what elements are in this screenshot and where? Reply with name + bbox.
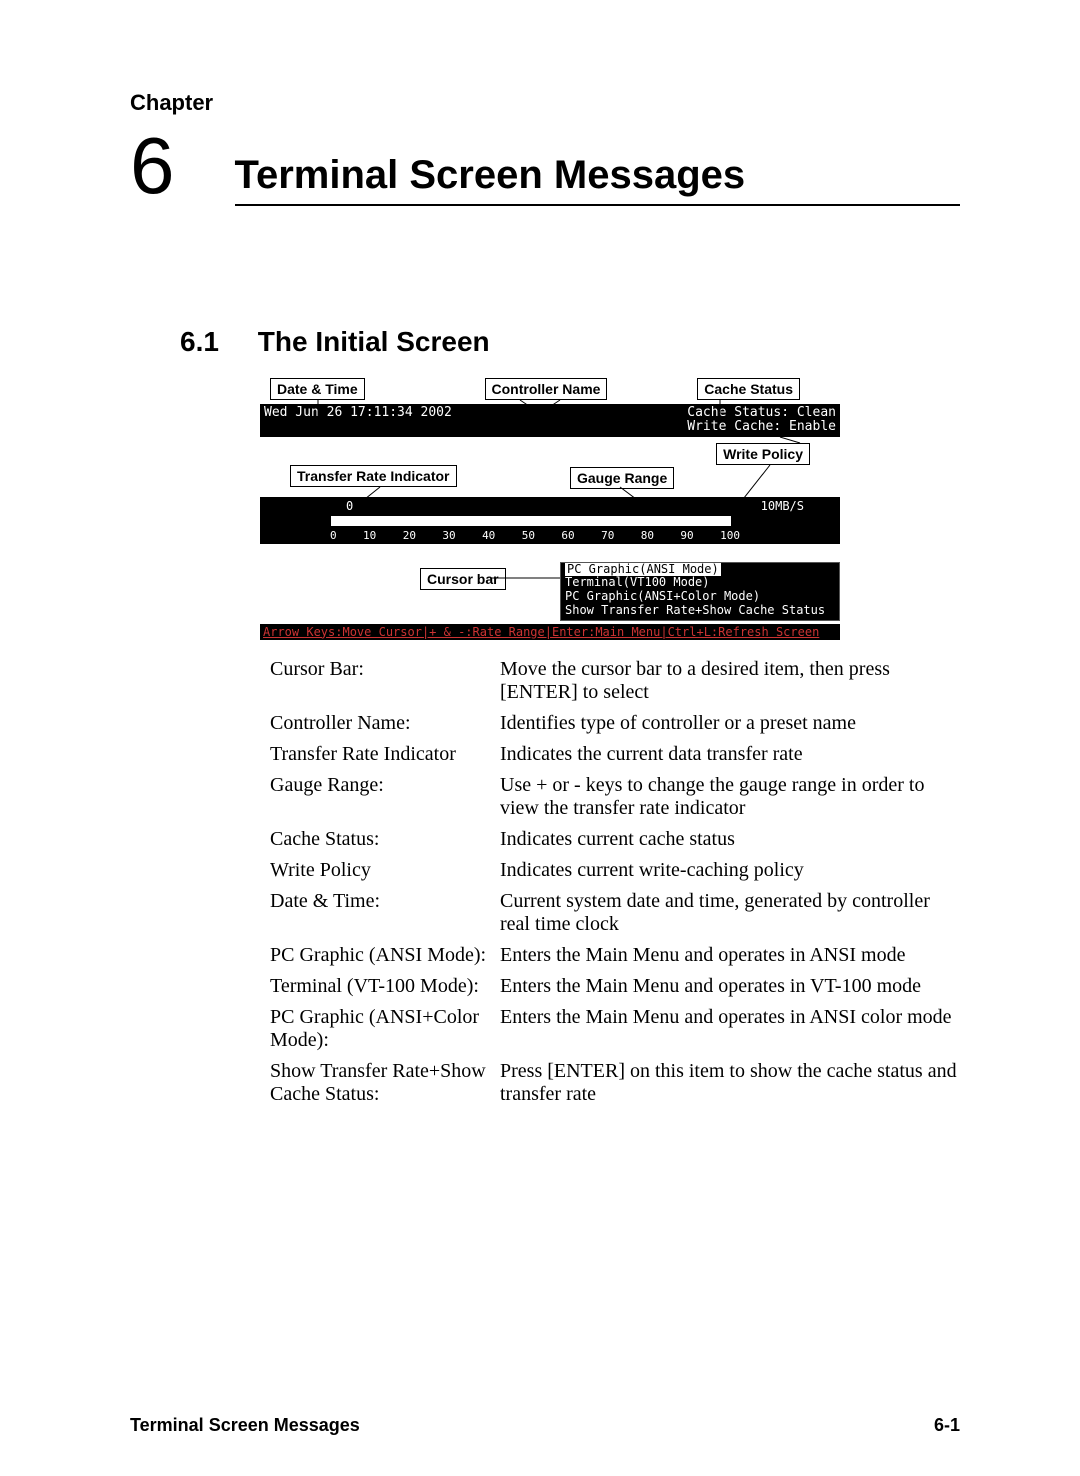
definitions-list: Cursor Bar: Move the cursor bar to a des… <box>270 658 960 1106</box>
callout-controller-name: Controller Name <box>485 378 608 400</box>
callout-cache-status: Cache Status <box>697 378 800 400</box>
scale-tick: 20 <box>403 529 416 542</box>
callout-transfer-rate-indicator: Transfer Rate Indicator <box>290 465 457 487</box>
terminal-cache-status: Cache Status: Clean <box>687 405 836 420</box>
definition-row: PC Graphic (ANSI Mode): Enters the Main … <box>270 944 960 967</box>
definition-term: PC Graphic (ANSI Mode): <box>270 944 500 967</box>
definition-row: Controller Name: Identifies type of cont… <box>270 712 960 735</box>
menu-opt-ansi-color: PC Graphic(ANSI+Color Mode) <box>565 589 760 603</box>
definition-desc: Use + or - keys to change the gauge rang… <box>500 774 960 820</box>
gauge-scale: 0 10 20 30 40 50 60 70 80 90 100 <box>330 529 740 542</box>
scale-tick: 70 <box>601 529 614 542</box>
callout-date-time: Date & Time <box>270 378 365 400</box>
callout-gauge-range: Gauge Range <box>570 467 674 489</box>
definition-term: Terminal (VT-100 Mode): <box>270 975 500 998</box>
definition-row: PC Graphic (ANSI+Color Mode): Enters the… <box>270 1006 960 1052</box>
section-title: The Initial Screen <box>258 326 490 357</box>
scale-tick: 30 <box>442 529 455 542</box>
definition-row: Gauge Range: Use + or - keys to change t… <box>270 774 960 820</box>
scale-tick: 60 <box>561 529 574 542</box>
definition-row: Show Transfer Rate+Show Cache Status: Pr… <box>270 1060 960 1106</box>
gauge-bar <box>330 515 732 527</box>
terminal-hint-line: Arrow Keys:Move Cursor|+ & -:Rate Range|… <box>260 624 840 640</box>
definition-desc: Indicates current write-caching policy <box>500 859 960 882</box>
scale-tick: 0 <box>330 529 337 542</box>
terminal-mode-menu: PC Graphic(ANSI Mode) Terminal(VT100 Mod… <box>560 562 840 621</box>
menu-opt-vt100: Terminal(VT100 Mode) <box>565 575 710 589</box>
definition-row: Date & Time: Current system date and tim… <box>270 890 960 936</box>
definition-row: Cache Status: Indicates current cache st… <box>270 828 960 851</box>
terminal-header: Wed Jun 26 17:11:34 2002 Cache Status: C… <box>260 404 840 437</box>
definition-desc: Enters the Main Menu and operates in VT-… <box>500 975 960 998</box>
terminal-write-cache: Write Cache: Enable <box>687 419 836 434</box>
definition-row: Transfer Rate Indicator Indicates the cu… <box>270 743 960 766</box>
definition-desc: Move the cursor bar to a desired item, t… <box>500 658 960 704</box>
chapter-title: Terminal Screen Messages <box>235 153 961 206</box>
section-number: 6.1 <box>180 326 250 358</box>
definition-term: Date & Time: <box>270 890 500 936</box>
chapter-number: 6 <box>130 126 175 206</box>
scale-tick: 40 <box>482 529 495 542</box>
definition-term: Cache Status: <box>270 828 500 851</box>
scale-tick: 10 <box>363 529 376 542</box>
gauge-start-value: 0 <box>346 499 353 513</box>
footer-title: Terminal Screen Messages <box>130 1415 360 1436</box>
definition-desc: Current system date and time, generated … <box>500 890 960 936</box>
definition-term: Cursor Bar: <box>270 658 500 704</box>
initial-screen-figure: Date & Time Controller Name Cache Status… <box>260 378 960 640</box>
menu-opt-show-cache: Show Transfer Rate+Show Cache Status <box>565 603 825 617</box>
definition-desc: Indicates current cache status <box>500 828 960 851</box>
footer-page-number: 6-1 <box>934 1415 960 1436</box>
definition-row: Terminal (VT-100 Mode): Enters the Main … <box>270 975 960 998</box>
definition-desc: Indicates the current data transfer rate <box>500 743 960 766</box>
definition-desc: Identifies type of controller or a prese… <box>500 712 960 735</box>
definition-row: Write Policy Indicates current write-cac… <box>270 859 960 882</box>
definition-row: Cursor Bar: Move the cursor bar to a des… <box>270 658 960 704</box>
callout-cursor-bar: Cursor bar <box>420 568 506 590</box>
gauge-unit: 10MB/S <box>761 499 804 513</box>
menu-opt-ansi: PC Graphic(ANSI Mode) <box>565 563 721 577</box>
definition-desc: Enters the Main Menu and operates in ANS… <box>500 944 960 967</box>
terminal-gauge: 0 10MB/S 0 10 20 30 40 50 60 70 80 90 10… <box>260 497 840 544</box>
scale-tick: 50 <box>522 529 535 542</box>
terminal-datetime: Wed Jun 26 17:11:34 2002 <box>264 406 452 435</box>
scale-tick: 80 <box>641 529 654 542</box>
definition-term: Gauge Range: <box>270 774 500 820</box>
definition-term: Transfer Rate Indicator <box>270 743 500 766</box>
definition-term: PC Graphic (ANSI+Color Mode): <box>270 1006 500 1052</box>
definition-desc: Press [ENTER] on this item to show the c… <box>500 1060 960 1106</box>
definition-desc: Enters the Main Menu and operates in ANS… <box>500 1006 960 1052</box>
definition-term: Write Policy <box>270 859 500 882</box>
definition-term: Show Transfer Rate+Show Cache Status: <box>270 1060 500 1106</box>
scale-tick: 90 <box>680 529 693 542</box>
chapter-label: Chapter <box>130 90 960 116</box>
scale-tick: 100 <box>720 529 740 542</box>
definition-term: Controller Name: <box>270 712 500 735</box>
callout-write-policy: Write Policy <box>716 443 810 465</box>
